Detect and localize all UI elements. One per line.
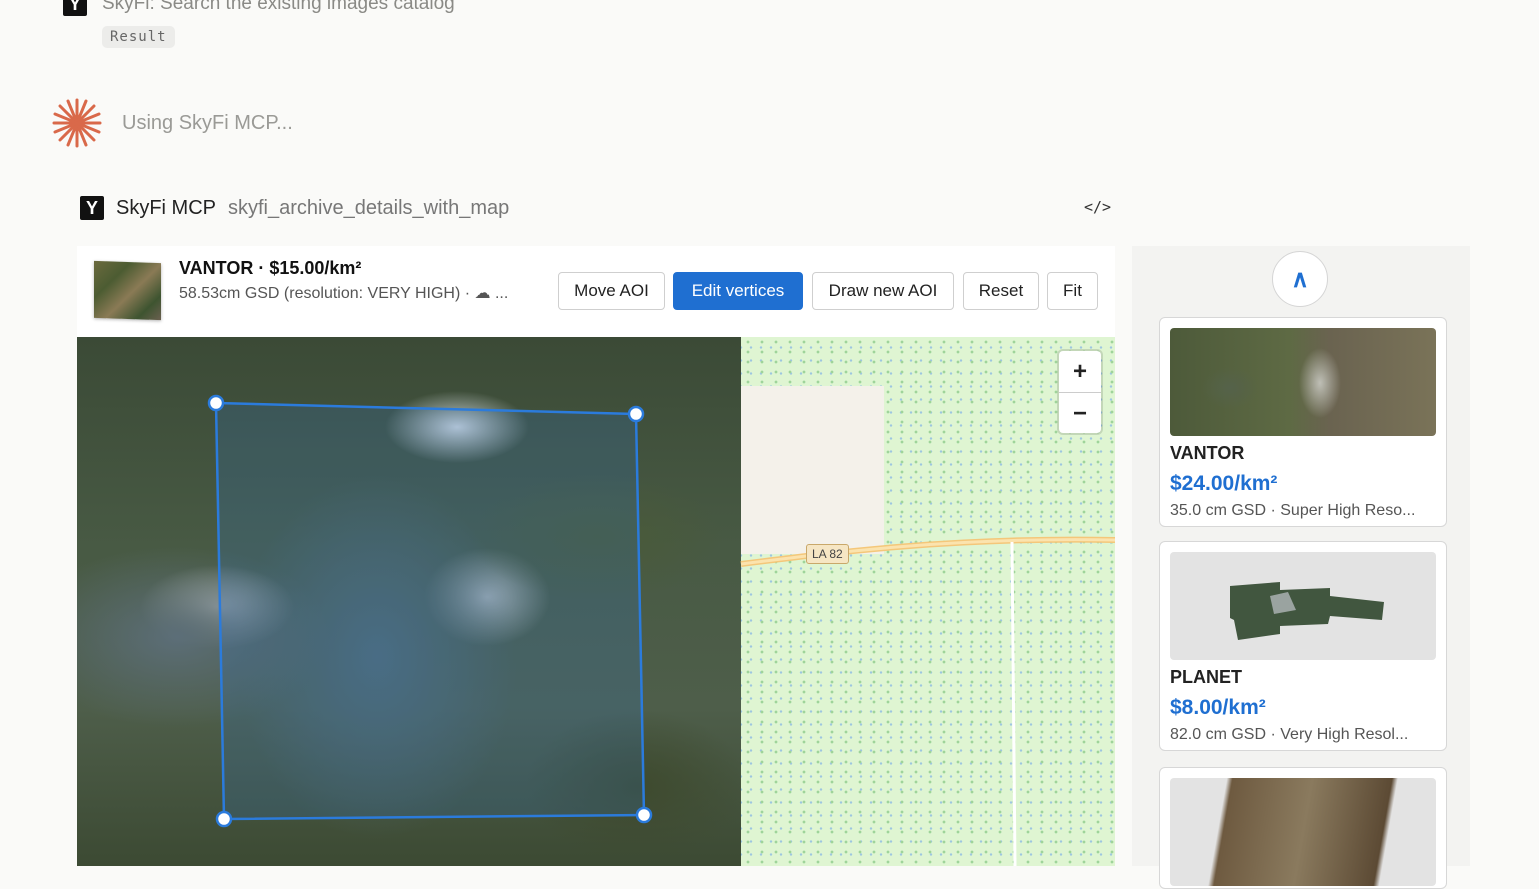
- result-provider: VANTOR: [1170, 443, 1245, 463]
- result-thumbnail: [1170, 552, 1436, 660]
- reset-button[interactable]: Reset: [963, 272, 1039, 310]
- skyfi-logo-icon: Y: [63, 0, 87, 16]
- result-price: $24.00/km²: [1170, 472, 1278, 495]
- map-overlay: [207, 394, 1115, 866]
- zoom-control: + −: [1059, 351, 1101, 433]
- result-price: $8.00/km²: [1170, 696, 1266, 719]
- archive-details-panel: VANTOR · $15.00/km² 58.53cm GSD (resolut…: [77, 246, 1115, 866]
- result-provider: PLANET: [1170, 667, 1242, 687]
- road-label: LA 82: [806, 544, 849, 564]
- code-view-icon[interactable]: </>: [1084, 198, 1111, 216]
- fit-button[interactable]: Fit: [1047, 272, 1098, 310]
- zoom-in-button[interactable]: +: [1059, 351, 1101, 392]
- result-gsd: 82.0 cm GSD · Very High Resol...: [1170, 726, 1409, 743]
- aoi-vertex-handle[interactable]: [215, 810, 233, 828]
- mcp-name: SkyFi MCP: [116, 196, 216, 219]
- result-thumbnail: [1170, 328, 1436, 436]
- tool-name: skyfi_archive_details_with_map: [228, 196, 510, 219]
- scroll-up-button[interactable]: ∧: [1272, 251, 1328, 307]
- using-mcp-status: Using SkyFi MCP...: [50, 96, 293, 150]
- result-card[interactable]: VANTOR $24.00/km² 35.0 cm GSD · Super Hi…: [1159, 317, 1447, 527]
- result-thumbnail: [1170, 778, 1436, 886]
- map-view[interactable]: LA 82 + −: [77, 337, 1115, 866]
- zoom-out-button[interactable]: −: [1059, 393, 1101, 434]
- previous-tool-line: Y SkyFi: Search the existing images cata…: [63, 0, 455, 16]
- image-thumbnail: [94, 260, 161, 321]
- edit-vertices-button[interactable]: Edit vertices: [673, 272, 803, 310]
- skyfi-logo-icon: Y: [80, 196, 104, 220]
- side-road: [1010, 541, 1017, 866]
- mcp-tool-header: Y SkyFi MCP skyfi_archive_details_with_m…: [80, 196, 509, 220]
- result-chip[interactable]: Result: [102, 26, 175, 48]
- using-mcp-text: Using SkyFi MCP...: [122, 111, 293, 134]
- aoi-polygon[interactable]: [214, 401, 646, 821]
- detail-toolbar: VANTOR · $15.00/km² 58.53cm GSD (resolut…: [77, 246, 1115, 337]
- image-footprint-preview: [1230, 582, 1384, 640]
- aoi-vertex-handle[interactable]: [635, 806, 653, 824]
- draw-new-aoi-button[interactable]: Draw new AOI: [812, 272, 954, 310]
- results-rail: ∧ VANTOR $24.00/km² 35.0 cm GSD · Super …: [1132, 246, 1470, 889]
- result-card[interactable]: [1159, 767, 1447, 889]
- result-card[interactable]: PLANET $8.00/km² 82.0 cm GSD · Very High…: [1159, 541, 1447, 751]
- result-gsd: 35.0 cm GSD · Super High Reso...: [1170, 502, 1416, 519]
- detail-subtitle: 58.53cm GSD (resolution: VERY HIGH) · ☁ …: [179, 285, 509, 302]
- detail-title: VANTOR · $15.00/km²: [179, 258, 362, 278]
- aoi-vertex-handle[interactable]: [207, 394, 225, 412]
- move-aoi-button[interactable]: Move AOI: [558, 272, 665, 310]
- aoi-vertex-handle[interactable]: [627, 405, 645, 423]
- spark-icon: [52, 98, 102, 148]
- previous-tool-text: SkyFi: Search the existing images catalo…: [102, 0, 455, 14]
